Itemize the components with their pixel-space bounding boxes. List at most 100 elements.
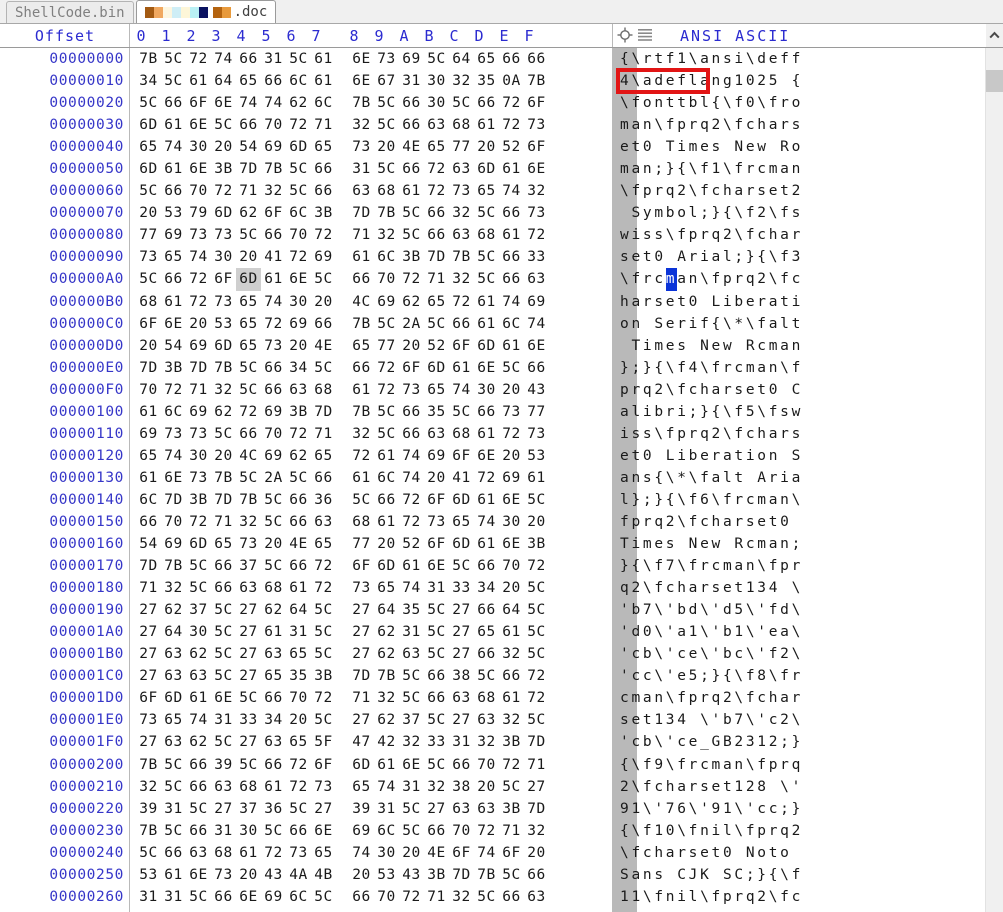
hex-byte[interactable]: 65 — [374, 577, 399, 599]
ascii-char[interactable]: a — [631, 291, 642, 313]
hex-byte[interactable]: 37 — [399, 709, 424, 731]
row-bytes[interactable]: 31 31 5C 66 6E 69 6C 5C 66 70 72 71 32 5C 66 63 — [136, 886, 549, 908]
ascii-char[interactable]: q — [700, 423, 711, 445]
hex-byte[interactable]: 61 — [374, 445, 399, 467]
hex-byte[interactable]: 68 — [261, 577, 286, 599]
hex-byte[interactable]: 6F — [424, 489, 449, 511]
hex-byte[interactable]: 27 — [136, 599, 161, 621]
ascii-char[interactable]: s — [689, 842, 700, 864]
hex-byte[interactable]: 5C — [399, 798, 424, 820]
row-bytes[interactable]: 73 65 74 30 20 41 72 69 61 6C 3B 7D 7B 5C 66 33 — [136, 246, 549, 268]
hex-byte[interactable]: 30 — [424, 92, 449, 114]
hex-byte[interactable]: 6C — [311, 92, 336, 114]
ascii-char[interactable]: a — [677, 776, 688, 798]
hex-byte[interactable]: 61 — [186, 70, 211, 92]
hex-byte[interactable]: 66 — [261, 754, 286, 776]
hex-byte[interactable]: 37 — [236, 555, 261, 577]
hex-byte[interactable]: 74 — [399, 467, 424, 489]
ascii-char[interactable]: \ — [643, 555, 654, 577]
ascii-char[interactable]: o — [792, 136, 803, 158]
ascii-char[interactable]: \ — [689, 48, 700, 70]
ascii-char[interactable]: l — [689, 886, 700, 908]
ascii-char[interactable]: 0 — [723, 842, 734, 864]
row-ascii[interactable]: l};}{\ f 6 \ f r c m a n \ — [620, 489, 803, 511]
hex-byte[interactable]: 74 — [236, 92, 261, 114]
ascii-char[interactable]: m — [654, 335, 665, 357]
hex-byte[interactable]: 65 — [286, 731, 311, 753]
hex-byte[interactable]: 6D — [424, 357, 449, 379]
ascii-char[interactable]: a — [631, 908, 642, 912]
hex-byte[interactable]: 6E — [474, 445, 499, 467]
ascii-char[interactable]: \ — [746, 709, 757, 731]
hex-byte[interactable]: 72 — [261, 313, 286, 335]
hex-byte[interactable]: 32 — [524, 180, 549, 202]
hex-row[interactable]: 000001E0 73 65 74 31 33 34 20 5C 27 62 37 5C 27 63 32 5C… — [0, 709, 1003, 731]
hex-byte[interactable]: 6E — [186, 864, 211, 886]
hex-byte[interactable]: 31 — [474, 908, 499, 912]
hex-byte[interactable]: 20 — [524, 842, 549, 864]
ascii-char[interactable]: q — [700, 114, 711, 136]
hex-byte[interactable]: 5C — [236, 754, 261, 776]
ascii-char[interactable]: n — [792, 158, 803, 180]
ascii-char[interactable]: 9 — [620, 798, 631, 820]
hex-byte[interactable]: 71 — [424, 886, 449, 908]
hex-row[interactable]: 000001F0 27 63 62 5C 27 63 65 5F 47 42 32 33 31 32 3B 7D… — [0, 731, 1003, 753]
ascii-char[interactable]: \ — [746, 599, 757, 621]
hex-byte[interactable]: 6D — [211, 335, 236, 357]
ascii-char[interactable]: * — [677, 467, 688, 489]
hex-byte[interactable]: 5C — [211, 643, 236, 665]
ascii-char[interactable]: r — [689, 246, 700, 268]
ascii-char[interactable]: f — [734, 401, 745, 423]
hex-row[interactable]: 00000160 54 69 6D 65 73 20 4E 65 77 20 52 6F 6D 61 6E 3B… — [0, 533, 1003, 555]
ascii-char[interactable]: m — [757, 533, 768, 555]
hex-byte[interactable]: 72 — [286, 776, 311, 798]
hex-byte[interactable]: 3B — [311, 202, 336, 224]
ascii-char[interactable]: i — [734, 48, 745, 70]
row-bytes[interactable]: 7B 5C 66 39 5C 66 72 6F 6D 61 6E 5C 66 70 72 71 — [136, 754, 549, 776]
row-bytes[interactable]: 686172736574313238205C2739315C27 — [136, 908, 549, 912]
ascii-char[interactable]: f — [746, 687, 757, 709]
hex-byte[interactable]: 20 — [136, 202, 161, 224]
ascii-char[interactable]: a — [689, 577, 700, 599]
ascii-char[interactable]: t — [792, 313, 803, 335]
hex-byte[interactable]: 65 — [424, 379, 449, 401]
hex-byte[interactable]: 5C — [161, 754, 186, 776]
ascii-char[interactable]: e — [712, 335, 723, 357]
hex-byte[interactable]: 6D — [286, 136, 311, 158]
ascii-char[interactable]: r — [734, 511, 745, 533]
hex-byte[interactable]: 27 — [236, 643, 261, 665]
ascii-char[interactable]: p — [769, 754, 780, 776]
hex-byte[interactable]: 31 — [399, 70, 424, 92]
hex-byte[interactable]: 5C — [374, 158, 399, 180]
row-bytes[interactable]: 7D 7B 5C 66 37 5C 66 72 6F 6D 61 6E 5C 66 70 72 — [136, 555, 549, 577]
hex-byte[interactable]: 27 — [449, 621, 474, 643]
hex-row[interactable]: 00000180 71 32 5C 66 63 68 61 72 73 65 74 31 33 34 20 5C… — [0, 577, 1003, 599]
hex-byte[interactable]: 6F — [186, 92, 211, 114]
hex-byte[interactable]: 5C — [499, 908, 524, 912]
hex-byte[interactable]: 61 — [161, 291, 186, 313]
hex-row[interactable]: 00000260 31 31 5C 66 6E 69 6C 5C 66 70 72 71 32 5C 66 63… — [0, 886, 1003, 908]
hex-byte[interactable]: 7B — [161, 555, 186, 577]
hex-byte[interactable]: 5C — [399, 224, 424, 246]
hex-byte[interactable]: 43 — [261, 864, 286, 886]
hex-byte[interactable]: 66 — [211, 555, 236, 577]
hex-byte[interactable]: 39 — [349, 798, 374, 820]
ascii-char[interactable]: 1 — [746, 577, 757, 599]
ascii-char[interactable]: 0 — [643, 445, 654, 467]
hex-byte[interactable]: 63 — [211, 776, 236, 798]
ascii-char[interactable]: 2 — [654, 379, 665, 401]
ascii-char[interactable]: f — [631, 268, 642, 290]
ascii-char[interactable]: a — [643, 70, 654, 92]
hex-byte[interactable]: 4E — [286, 533, 311, 555]
ascii-char[interactable]: h — [757, 423, 768, 445]
ascii-char[interactable]: 2 — [734, 731, 745, 753]
ascii-char[interactable]: m — [712, 754, 723, 776]
hex-byte[interactable]: 66 — [136, 511, 161, 533]
hex-byte[interactable]: 3B — [499, 798, 524, 820]
ascii-char[interactable]: f — [712, 268, 723, 290]
ascii-char[interactable]: e — [769, 48, 780, 70]
ascii-char[interactable]: \ — [757, 92, 768, 114]
ascii-char[interactable]: c — [757, 158, 768, 180]
ascii-char[interactable]: ' — [654, 798, 665, 820]
hex-byte[interactable]: 70 — [136, 379, 161, 401]
